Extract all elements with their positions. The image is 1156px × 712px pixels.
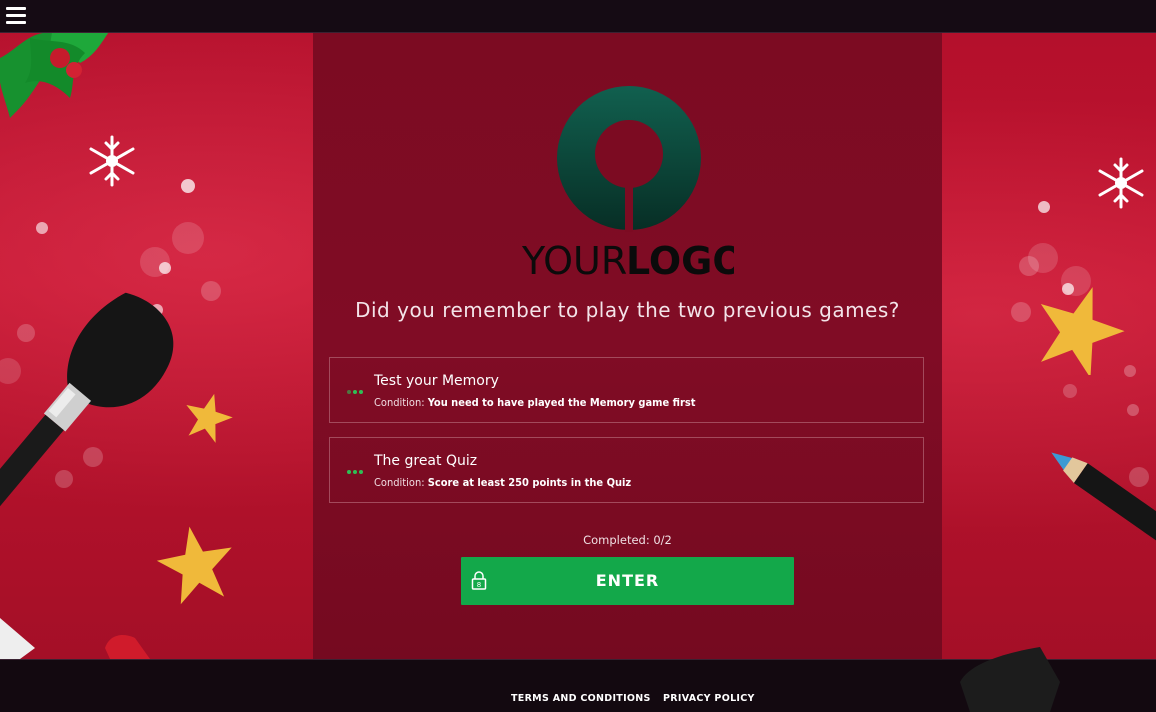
lipstick-decoration bbox=[0, 618, 150, 659]
pending-dots-icon bbox=[347, 459, 365, 478]
center-panel: YOUR LOGO Did you remember to play the t… bbox=[313, 33, 942, 659]
top-bar bbox=[0, 0, 1156, 33]
enter-button[interactable]: 8 ENTER bbox=[461, 557, 794, 605]
makeup-brush-decoration bbox=[0, 292, 174, 518]
pending-dots-icon bbox=[347, 379, 365, 398]
game-title: Test your Memory bbox=[374, 373, 499, 389]
game-condition: Condition: You need to have played the M… bbox=[374, 396, 695, 409]
condition-value: You need to have played the Memory game … bbox=[427, 396, 696, 409]
enter-button-label: ENTER bbox=[595, 571, 660, 590]
game-title: The great Quiz bbox=[374, 453, 478, 469]
condition-label: Condition: bbox=[374, 396, 425, 409]
gold-star-decoration bbox=[156, 526, 232, 605]
game-condition: Condition: Score at least 250 points in … bbox=[374, 476, 631, 489]
condition-value: Score at least 250 points in the Quiz bbox=[427, 476, 632, 489]
game-card-memory: Test your Memory Condition: You need to … bbox=[329, 357, 924, 423]
privacy-policy-link[interactable]: PRIVACY POLICY bbox=[663, 693, 755, 704]
gold-star-decoration bbox=[1040, 287, 1125, 375]
hamburger-menu-icon[interactable] bbox=[6, 7, 26, 24]
logo-text-your: YOUR bbox=[522, 239, 627, 281]
logo-text-logo: LOGO bbox=[626, 239, 734, 281]
condition-label: Condition: bbox=[374, 476, 425, 489]
completed-counter: Completed: 0/2 bbox=[583, 533, 672, 547]
brand-logo: YOUR LOGO bbox=[522, 86, 734, 281]
game-stage: YOUR LOGO Did you remember to play the t… bbox=[0, 33, 1156, 659]
eyeliner-pencil-decoration bbox=[1051, 452, 1156, 552]
lipstick-decoration bbox=[960, 647, 1060, 712]
game-card-quiz: The great Quiz Condition: Score at least… bbox=[329, 437, 924, 503]
question-heading: Did you remember to play the two previou… bbox=[355, 298, 900, 322]
terms-link[interactable]: TERMS AND CONDITIONS bbox=[511, 693, 651, 704]
footer: TERMS AND CONDITIONS PRIVACY POLICY bbox=[0, 647, 1156, 712]
gold-star-decoration bbox=[186, 393, 233, 443]
